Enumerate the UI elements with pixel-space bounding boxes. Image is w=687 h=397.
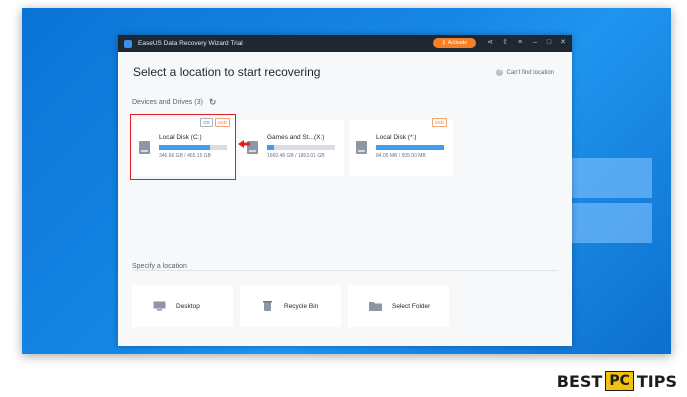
drive-badges: SSD — [431, 118, 447, 127]
activate-button[interactable]: ⚷ Activate — [433, 38, 476, 48]
menu-icon[interactable]: ≡ — [516, 39, 524, 47]
hard-drive-icon — [356, 141, 367, 154]
devices-section-header: Devices and Drives (3) ↻ — [132, 97, 216, 108]
title-bar: EaseUS Data Recovery Wizard Trial ⚷ Acti… — [118, 35, 572, 52]
devices-section-label: Devices and Drives (3) — [132, 99, 203, 106]
maximize-icon[interactable]: □ — [545, 39, 553, 47]
drive-usage-fill — [376, 145, 444, 150]
specify-location-label: Specify a location — [132, 263, 187, 270]
recycle-bin-icon — [263, 301, 272, 311]
select-folder-label: Select Folder — [392, 302, 431, 310]
recycle-bin-location[interactable]: Recycle Bin — [240, 285, 341, 327]
logo-tips: TIPS — [636, 371, 677, 391]
app-logo-icon — [124, 39, 132, 48]
drive-usage-bar — [267, 145, 335, 150]
windows-logo-pane — [572, 203, 612, 243]
export-icon[interactable]: ⇪ — [501, 39, 509, 47]
cant-find-label: Can't find location — [506, 69, 554, 76]
recycle-bin-label: Recycle Bin — [284, 302, 319, 310]
drive-usage-fill — [267, 145, 275, 150]
logo-best: BEST — [556, 371, 603, 391]
minimize-icon[interactable]: – — [531, 39, 539, 47]
section-divider — [132, 270, 558, 271]
drive-name: Games and St...(X:) — [267, 134, 325, 141]
specify-location-header: Specify a location — [132, 263, 191, 270]
drive-size: 1660.48 GB / 1863.01 GB — [267, 153, 325, 159]
folder-icon — [369, 302, 382, 311]
drive-card-x[interactable]: Games and St...(X:) 1660.48 GB / 1863.01… — [240, 120, 344, 176]
app-window: EaseUS Data Recovery Wizard Trial ⚷ Acti… — [118, 35, 572, 346]
windows-logo-pane — [612, 158, 652, 198]
desktop-icon — [153, 301, 166, 311]
drive-name: Local Disk (*:) — [376, 134, 417, 141]
desktop-label: Desktop — [176, 302, 200, 310]
desktop-location[interactable]: Desktop — [132, 285, 233, 327]
activate-label: Activate — [447, 40, 468, 46]
cant-find-location-link[interactable]: ? Can't find location — [496, 69, 554, 76]
close-icon[interactable]: ✕ — [559, 39, 567, 47]
windows-logo-pane — [612, 203, 652, 243]
windows-logo-pane — [572, 158, 612, 198]
red-arrow-icon — [238, 140, 250, 148]
page-title: Select a location to start recovering — [133, 65, 321, 79]
ssd-badge: SSD — [431, 118, 447, 127]
drive-usage-bar — [376, 145, 444, 150]
logo-pc: PC — [605, 371, 634, 391]
help-icon: ? — [496, 69, 504, 76]
refresh-icon[interactable]: ↻ — [209, 97, 217, 108]
select-folder-location[interactable]: Select Folder — [348, 285, 449, 327]
share-icon[interactable]: ⋖ — [486, 39, 494, 47]
window-title: EaseUS Data Recovery Wizard Trial — [138, 40, 243, 47]
highlight-annotation-box — [130, 114, 236, 180]
drive-size: 84.05 MB / 505.00 MB — [376, 153, 426, 159]
bestpctips-logo: BEST PC TIPS — [557, 371, 677, 391]
key-icon: ⚷ — [441, 40, 446, 46]
drive-card-star[interactable]: SSD Local Disk (*:) 84.05 MB / 505.00 MB — [349, 118, 453, 176]
